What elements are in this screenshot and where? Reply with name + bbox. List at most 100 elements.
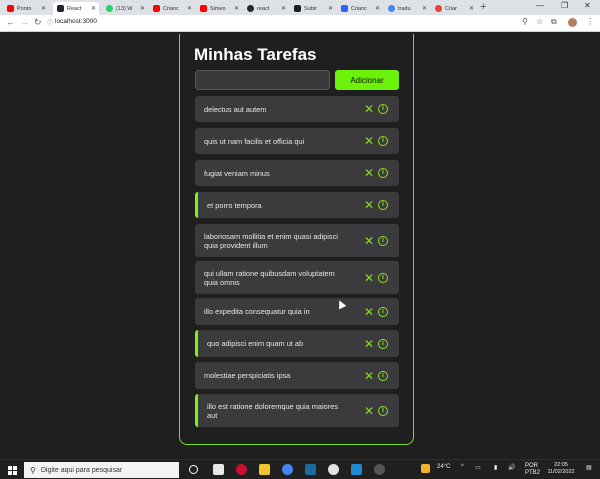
close-icon[interactable]: ✕ [364, 199, 374, 211]
browser-tab[interactable]: tradu ✕ [384, 2, 430, 15]
network-icon[interactable]: ▭ [475, 464, 481, 471]
chrome-icon[interactable] [282, 464, 293, 475]
info-icon[interactable]: i [378, 104, 388, 114]
app-icon[interactable] [328, 464, 339, 475]
close-icon[interactable]: ✕ [364, 235, 374, 247]
minimize-icon[interactable]: — [536, 1, 544, 10]
youtube-icon [153, 5, 160, 12]
task-text: molestiae perspiciatis ipsa [204, 371, 291, 380]
zoom-icon[interactable]: ⚲ [522, 17, 528, 26]
notifications-icon[interactable]: ▤ [586, 464, 592, 471]
menu-icon[interactable]: ⋮ [586, 17, 594, 26]
language-indicator[interactable]: POR PTB2 [525, 463, 540, 477]
forward-icon[interactable]: → [20, 17, 29, 27]
close-icon[interactable]: ✕ [281, 5, 286, 12]
volume-icon[interactable]: 🔊 [508, 464, 515, 471]
close-icon[interactable]: ✕ [364, 370, 374, 382]
info-icon[interactable]: i [378, 168, 388, 178]
task-item-completed[interactable]: quo adipisci enim quam ut ab ✕ i [195, 330, 399, 357]
todo-card: Minhas Tarefas Adicionar delectus aut au… [179, 34, 414, 445]
task-input[interactable] [195, 70, 330, 90]
close-icon[interactable]: ✕ [41, 5, 46, 12]
info-icon[interactable]: i [378, 235, 388, 246]
info-icon[interactable]: i [378, 272, 388, 283]
reload-icon[interactable]: ↻ [34, 17, 42, 28]
add-button[interactable]: Adicionar [335, 70, 399, 90]
new-tab-button[interactable]: + [480, 1, 486, 13]
task-item[interactable]: delectus aut autem ✕ i [195, 96, 399, 122]
google-icon [388, 5, 395, 12]
info-icon[interactable]: i [378, 338, 388, 349]
task-text: quis ut nam facilis et officia qui [204, 136, 305, 146]
url-field[interactable]: localhost:3000 [55, 18, 97, 25]
close-icon[interactable]: ✕ [422, 5, 427, 12]
avatar[interactable] [568, 18, 577, 27]
taskbar-search[interactable]: ⚲ Digite aqui para pesquisar [24, 462, 179, 478]
weather-icon[interactable] [421, 464, 430, 473]
info-icon[interactable]: i [378, 136, 388, 146]
back-icon[interactable]: ← [6, 17, 15, 27]
close-icon[interactable]: ✕ [328, 5, 333, 12]
app-icon[interactable] [236, 464, 247, 475]
address-bar: ← → ↻ ⓘ localhost:3000 ⚲ ☆ ⧉ ⋮ [0, 15, 600, 32]
restore-icon[interactable]: ❐ [561, 1, 568, 10]
info-icon[interactable]: i [378, 306, 388, 317]
close-icon[interactable]: ✕ [364, 338, 374, 350]
close-icon[interactable]: ✕ [364, 272, 374, 284]
browser-tab-active[interactable]: React ✕ [53, 2, 99, 15]
app-icon[interactable] [374, 464, 385, 475]
browser-tab[interactable]: Simeo ✕ [196, 2, 242, 15]
close-icon[interactable]: ✕ [364, 103, 374, 115]
browser-tab[interactable]: (13) W ✕ [102, 2, 148, 15]
close-icon[interactable]: ✕ [364, 405, 374, 417]
close-icon[interactable]: ✕ [364, 135, 374, 147]
terminal-icon[interactable] [213, 464, 224, 475]
browser-tab[interactable]: Crianc ✕ [149, 2, 195, 15]
folder-icon[interactable] [259, 464, 270, 475]
tray-chevron-icon[interactable]: ^ [461, 464, 464, 470]
task-item-completed[interactable]: illo est ratione doloremque quia maiores… [195, 394, 399, 427]
task-view-icon[interactable] [189, 465, 198, 474]
browser-tab[interactable]: Subir ✕ [290, 2, 336, 15]
task-text: quo adipisci enim quam ut ab [207, 339, 304, 348]
youtube-icon [200, 5, 207, 12]
steam-icon[interactable] [305, 464, 316, 475]
github-icon [247, 5, 254, 12]
docs-icon [341, 5, 348, 12]
close-icon[interactable]: ✕ [364, 306, 374, 318]
battery-icon[interactable]: ▮ [494, 464, 497, 471]
task-text: laboriosam mollitia et enim quasi adipis… [204, 231, 338, 250]
windows-start-icon[interactable] [8, 466, 17, 475]
page-title: Minhas Tarefas [194, 45, 317, 64]
info-icon[interactable]: i [378, 370, 388, 381]
task-item[interactable]: laboriosam mollitia et enim quasi adipis… [195, 224, 399, 257]
star-icon[interactable]: ☆ [536, 17, 543, 26]
task-item[interactable]: molestiae perspiciatis ipsa ✕ i [195, 362, 399, 389]
close-icon[interactable]: ✕ [187, 5, 192, 12]
close-icon[interactable]: ✕ [234, 5, 239, 12]
extensions-icon[interactable]: ⧉ [551, 17, 557, 27]
task-item-completed[interactable]: et porro tempora ✕ i [195, 192, 399, 218]
react-icon [57, 5, 64, 12]
clock[interactable]: 22:05 11/02/2022 [543, 462, 579, 476]
task-item[interactable]: fugiat veniam minus ✕ i [195, 160, 399, 186]
vscode-icon[interactable] [351, 464, 362, 475]
close-window-icon[interactable]: ✕ [584, 1, 591, 10]
browser-tab[interactable]: Criar ✕ [431, 2, 477, 15]
close-icon[interactable]: ✕ [140, 5, 145, 12]
browser-tab[interactable]: react ✕ [243, 2, 289, 15]
browser-tab[interactable]: Crianc ✕ [337, 2, 383, 15]
browser-tab-bar: Ponto ✕ React ✕ (13) W ✕ Crianc ✕ Simeo ✕ rea… [0, 0, 600, 15]
task-item[interactable]: illo expedita consequatur quia in ✕ i [195, 298, 399, 325]
search-icon: ⚲ [30, 465, 36, 475]
close-icon[interactable]: ✕ [91, 5, 96, 12]
close-icon[interactable]: ✕ [469, 5, 474, 12]
close-icon[interactable]: ✕ [364, 167, 374, 179]
info-icon[interactable]: i [378, 405, 388, 416]
browser-tab[interactable]: Ponto ✕ [3, 2, 49, 15]
close-icon[interactable]: ✕ [375, 5, 380, 12]
task-item[interactable]: quis ut nam facilis et officia qui ✕ i [195, 128, 399, 154]
info-icon[interactable]: i [378, 200, 388, 210]
info-icon[interactable]: ⓘ [47, 18, 53, 27]
task-item[interactable]: qui ullam ratione quibusdam voluptatem q… [195, 261, 399, 294]
